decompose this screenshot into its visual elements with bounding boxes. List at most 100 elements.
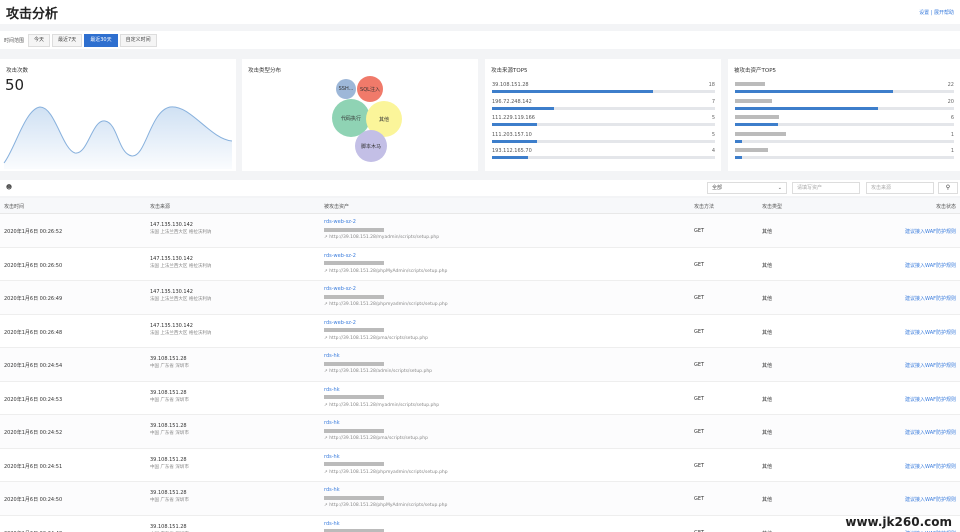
attack-time: 2020年1月6日 00:26:49 bbox=[4, 296, 63, 302]
asset-name[interactable]: rds-hk bbox=[324, 486, 447, 494]
top-item-label: 193.112.165.70 bbox=[492, 148, 532, 154]
table-header-cell: 攻击来源 bbox=[150, 204, 171, 210]
asset-name[interactable]: rds-hk bbox=[324, 419, 428, 427]
top-list-item: 193.112.165.70 4 bbox=[492, 148, 715, 165]
source-input[interactable]: 攻击来源 bbox=[866, 182, 934, 194]
table-row[interactable]: 2020年1月6日 00:26:49 147.135.130.142 法国 上法兰西… bbox=[0, 281, 960, 315]
type-select[interactable]: 全部 ⌄ bbox=[707, 182, 787, 194]
attack-time: 2020年1月6日 00:26:52 bbox=[4, 229, 63, 235]
top-item-redacted bbox=[735, 98, 772, 103]
asset-name[interactable]: rds-web-sz-2 bbox=[324, 218, 439, 226]
redacted-block bbox=[324, 495, 384, 500]
top-list-item: 196.72.248.142 7 bbox=[492, 99, 715, 116]
attacked-asset-list: 22 20 6 1 1 bbox=[735, 82, 954, 165]
table-row[interactable]: 2020年1月6日 00:24:54 39.108.151.28 中国 广东省 深圳… bbox=[0, 348, 960, 382]
attacked-asset: rds-hk ↗ http://39.108.151.28/phpmyadmin/… bbox=[324, 453, 448, 477]
attack-type: 其他 bbox=[762, 396, 773, 403]
asset-redacted bbox=[324, 260, 447, 268]
attack-status-link[interactable]: 建议接入WAF防护规则 bbox=[905, 496, 956, 503]
asset-url[interactable]: ↗ http://39.108.151.28/phpMyAdmin/script… bbox=[324, 502, 447, 510]
top-item-bar-track bbox=[492, 90, 715, 93]
attack-status-link[interactable]: 建议接入WAF防护规则 bbox=[905, 228, 956, 235]
table-header: 攻击时间 攻击来源 被攻击资产 攻击方法 攻击类型 攻击状态 bbox=[0, 198, 960, 214]
table-row[interactable]: 2020年1月6日 00:24:53 39.108.151.28 中国 广东省 深圳… bbox=[0, 381, 960, 415]
asset-url[interactable]: ↗ http://39.108.151.28/pma/scripts/setup… bbox=[324, 335, 428, 343]
source-ip: 147.135.130.142 bbox=[150, 289, 193, 295]
attacked-asset-title: 被攻击资产TOP5 bbox=[734, 68, 777, 74]
table-row[interactable]: 2020年1月6日 00:26:48 147.135.130.142 法国 上法兰西… bbox=[0, 314, 960, 348]
redacted-block bbox=[324, 227, 384, 232]
top-item-value: 22 bbox=[947, 82, 954, 88]
attack-source: 147.135.130.142 法国 上法兰西大区 格拉沃利讷 bbox=[150, 255, 211, 271]
top-list-item: 20 bbox=[735, 98, 954, 116]
asset-name[interactable]: rds-web-sz-2 bbox=[324, 285, 448, 293]
attack-method: GET bbox=[694, 295, 705, 301]
top-item-bar-track bbox=[492, 123, 715, 126]
attacked-asset: rds-web-sz-2 ↗ http://39.108.151.28/phpMy… bbox=[324, 252, 447, 276]
asset-url[interactable]: ↗ http://39.108.151.28/phpmyadmin/script… bbox=[324, 301, 448, 309]
attacked-asset: rds-web-sz-2 ↗ http://39.108.151.28/phpmy… bbox=[324, 285, 448, 309]
asset-name[interactable]: rds-hk bbox=[324, 520, 474, 528]
asset-url[interactable]: ↗ http://39.108.151.28/admin/scripts/set… bbox=[324, 368, 432, 376]
time-range-option[interactable]: 最近30天 bbox=[84, 33, 118, 47]
time-range-option[interactable]: 自定义时间 bbox=[119, 33, 157, 47]
top-item-bar-track bbox=[735, 156, 954, 159]
attack-type-title: 攻击类型分布 bbox=[248, 68, 282, 74]
asset-redacted bbox=[324, 494, 447, 502]
top-list-item: 111.229.119.166 5 bbox=[492, 115, 715, 132]
table-header-cell: 被攻击资产 bbox=[324, 204, 350, 210]
attack-status-link[interactable]: 建议接入WAF防护规则 bbox=[905, 396, 956, 403]
top-item-redacted bbox=[735, 131, 786, 136]
top-item-value: 1 bbox=[950, 148, 954, 154]
top-item-bar-fill bbox=[492, 90, 653, 93]
asset-input[interactable]: 请填写资产 bbox=[792, 182, 860, 194]
redacted-block bbox=[324, 428, 384, 433]
time-range-option[interactable]: 最近7天 bbox=[52, 33, 83, 47]
attack-type: 其他 bbox=[762, 463, 773, 470]
attack-type: 其他 bbox=[762, 229, 773, 235]
table-row[interactable]: 2020年1月6日 00:24:51 39.108.151.28 中国 广东省 深圳… bbox=[0, 448, 960, 482]
table-header-cell: 攻击类型 bbox=[762, 204, 783, 210]
top-item-bar-fill bbox=[492, 106, 555, 110]
user-icon[interactable]: ☻ bbox=[4, 183, 14, 193]
table-row[interactable]: 2020年1月6日 00:24:52 39.108.151.28 中国 广东省 深圳… bbox=[0, 415, 960, 449]
asset-name[interactable]: rds-web-sz-2 bbox=[324, 252, 447, 260]
asset-url[interactable]: ↗ http://39.108.151.28/phpMyAdmin/script… bbox=[324, 268, 447, 276]
asset-name[interactable]: rds-hk bbox=[324, 453, 448, 461]
redacted-block bbox=[324, 294, 384, 299]
table-row[interactable]: 2020年1月6日 00:26:52 147.135.130.142 法国 上法兰西… bbox=[0, 214, 960, 248]
time-range-option[interactable]: 今天 bbox=[28, 33, 51, 47]
top-list-item: 6 bbox=[735, 115, 954, 132]
attack-source: 147.135.130.142 法国 上法兰西大区 格拉沃利讷 bbox=[150, 322, 211, 338]
page-title: 攻击分析 bbox=[6, 6, 59, 22]
asset-url[interactable]: ↗ http://39.108.151.28/pma/scripts/setup… bbox=[324, 435, 428, 443]
chevron-down-icon: ⌄ bbox=[777, 185, 782, 191]
attack-status-link[interactable]: 建议接入WAF防护规则 bbox=[905, 429, 956, 436]
source-ip: 39.108.151.28 bbox=[150, 389, 187, 396]
asset-name[interactable]: rds-hk bbox=[324, 386, 439, 394]
attack-time: 2020年1月6日 00:24:53 bbox=[4, 396, 63, 403]
table-row[interactable]: 2020年1月6日 00:24:50 39.108.151.28 中国 广东省 深圳… bbox=[0, 482, 960, 516]
attack-method: GET bbox=[694, 462, 705, 469]
source-location: 中国 广东省 深圳市 bbox=[150, 364, 189, 369]
top-item-bar-fill bbox=[492, 139, 537, 143]
asset-url[interactable]: ↗ http://39.108.151.28/myadmin/scripts/s… bbox=[324, 402, 439, 410]
asset-name[interactable]: rds-hk bbox=[324, 352, 432, 360]
time-range-label: 时间范围 bbox=[4, 37, 25, 44]
asset-url[interactable]: ↗ http://39.108.151.28/myadmin/scripts/s… bbox=[324, 234, 439, 242]
top-item-bar-track bbox=[735, 90, 954, 93]
type-select-value: 全部 bbox=[712, 185, 723, 191]
header-links[interactable]: 设置 | 展开帮助 bbox=[919, 9, 954, 16]
search-button[interactable]: ⚲ bbox=[938, 182, 958, 194]
table-row[interactable]: 2020年1月6日 00:24:4839.108.151.28中国 广东省 深圳… bbox=[0, 515, 960, 532]
attack-status-link[interactable]: 建议接入WAF防护规则 bbox=[905, 329, 956, 336]
attack-method: GET bbox=[694, 261, 705, 268]
attack-status-link[interactable]: 建议接入WAF防护规则 bbox=[905, 295, 956, 302]
attack-status-link[interactable]: 建议接入WAF防护规则 bbox=[905, 463, 956, 470]
top-item-bar-track bbox=[492, 139, 715, 143]
attack-status-link[interactable]: 建议接入WAF防护规则 bbox=[905, 262, 956, 269]
asset-name[interactable]: rds-web-sz-2 bbox=[324, 319, 428, 327]
asset-url[interactable]: ↗ http://39.108.151.28/phpmyadmin/script… bbox=[324, 469, 448, 477]
table-row[interactable]: 2020年1月6日 00:26:50 147.135.130.142 法国 上法兰西… bbox=[0, 247, 960, 281]
attack-status-link[interactable]: 建议接入WAF防护规则 bbox=[905, 362, 956, 369]
